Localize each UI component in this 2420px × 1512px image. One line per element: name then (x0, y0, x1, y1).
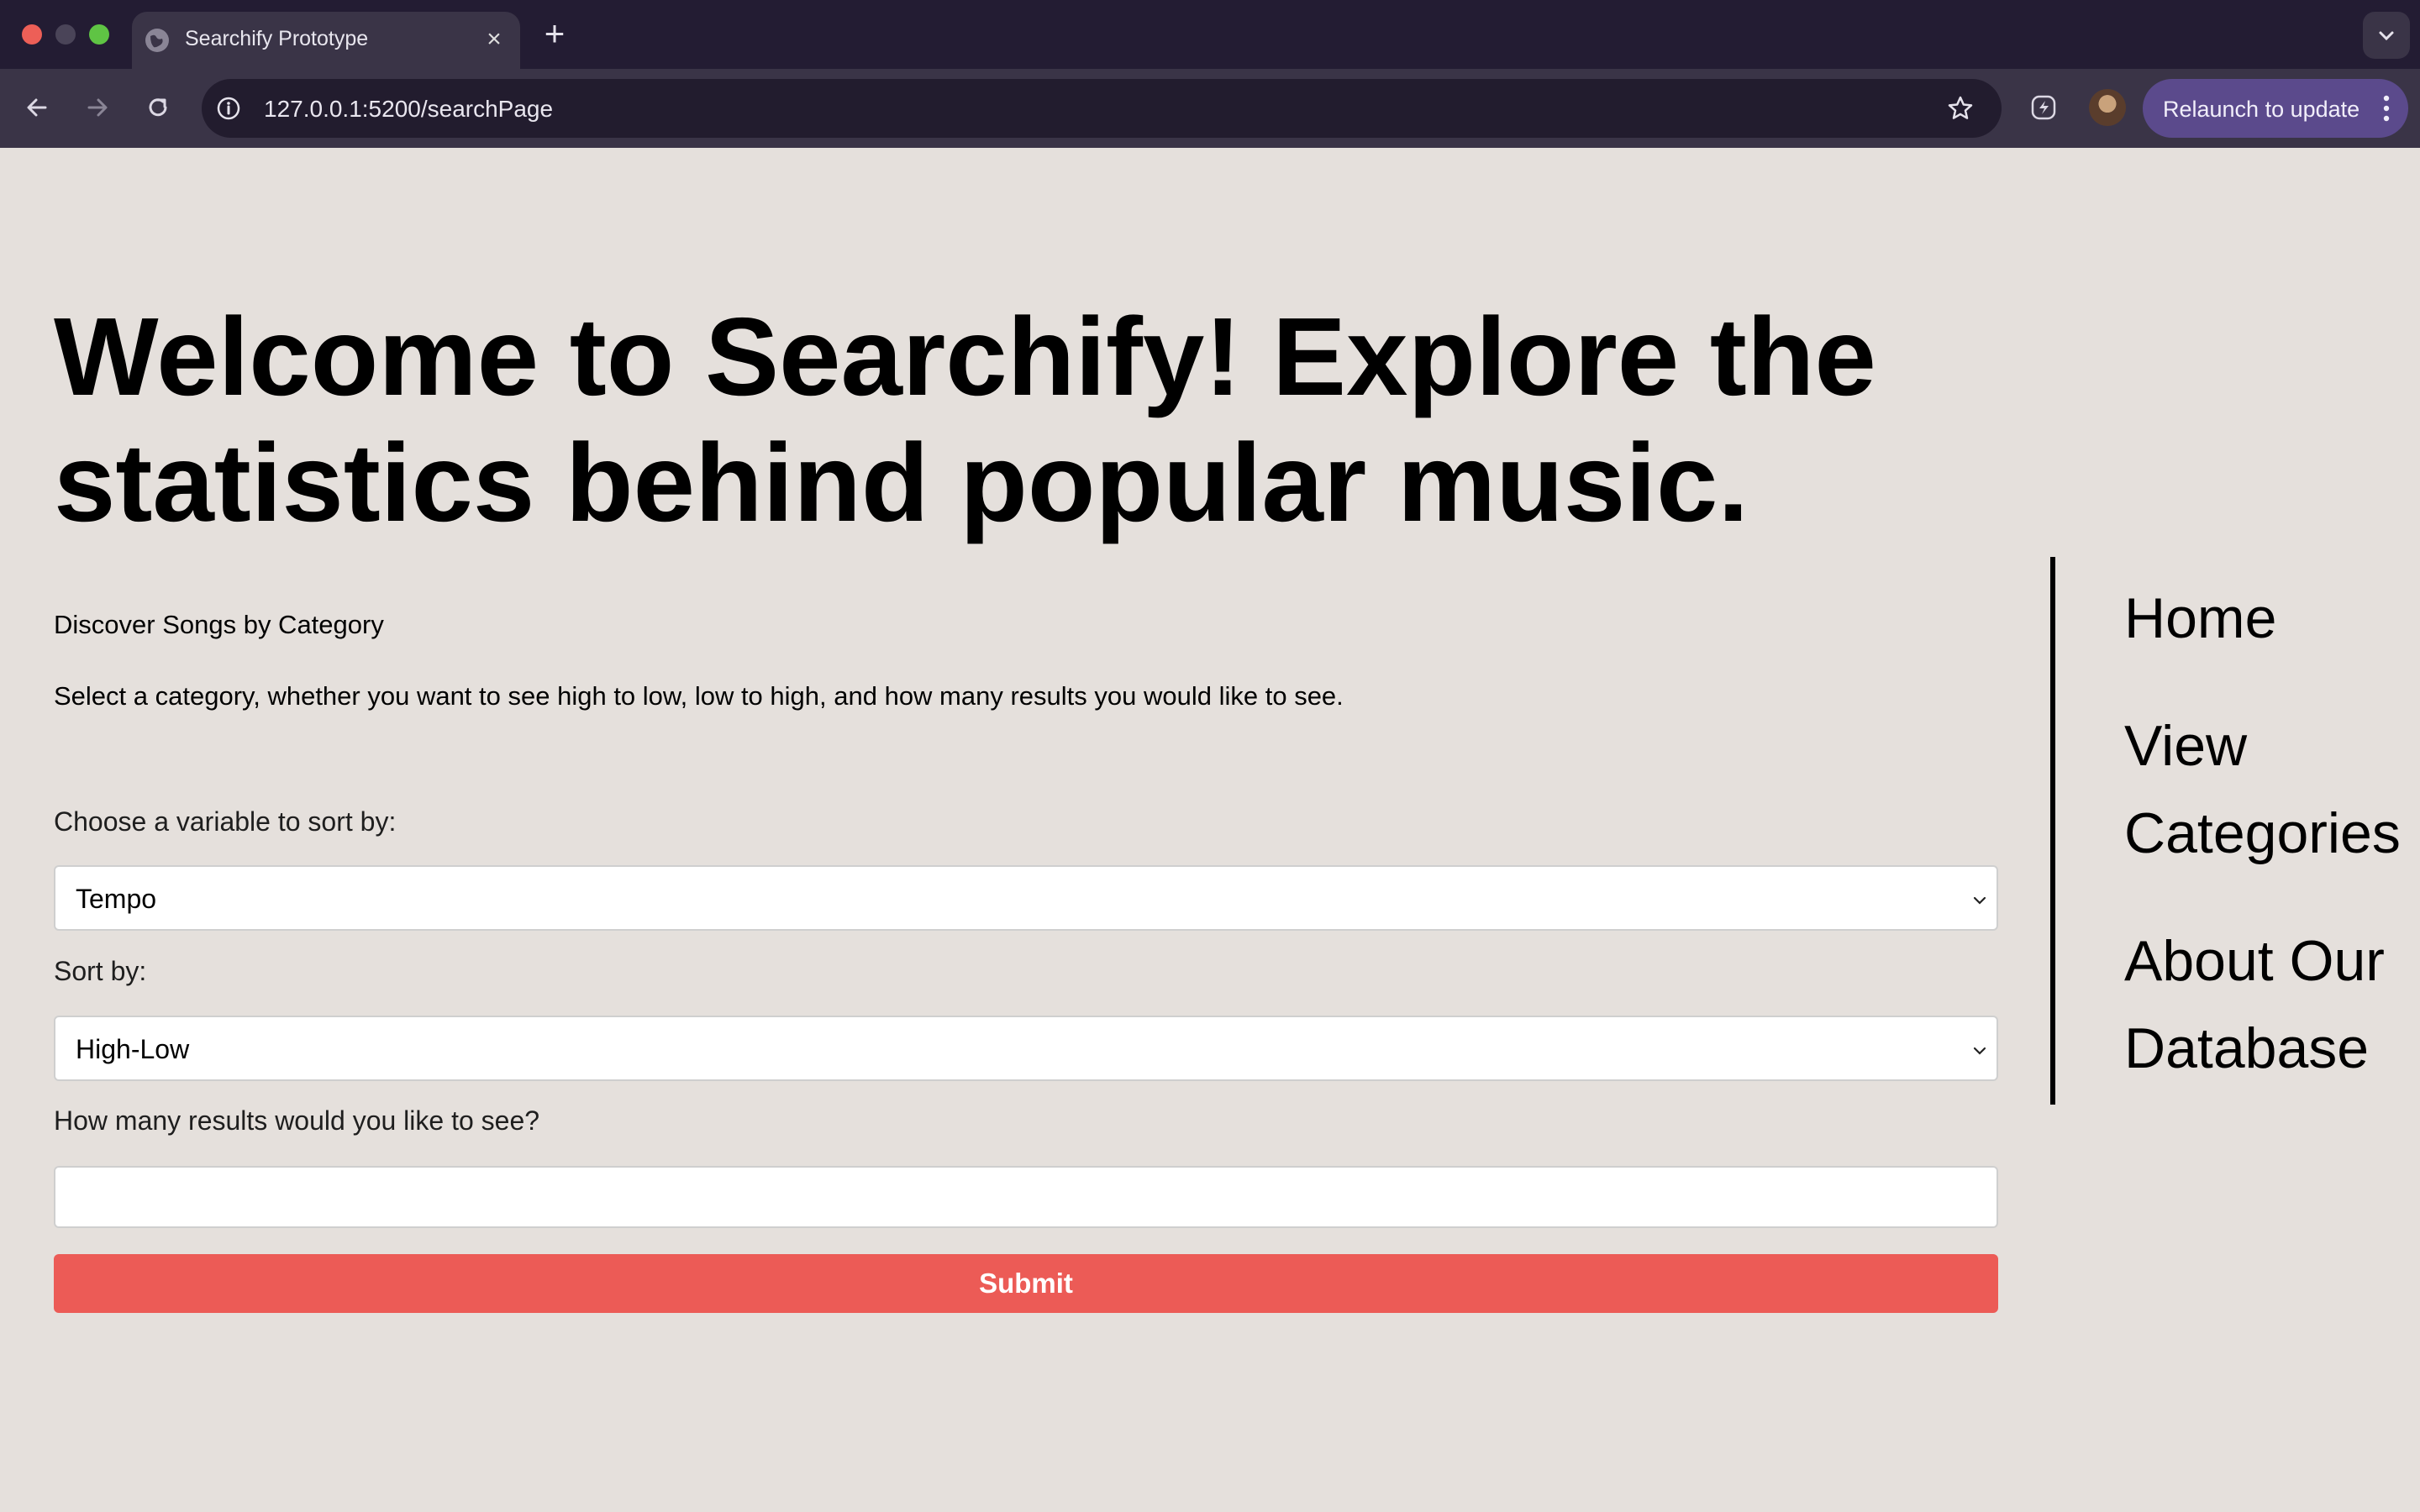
new-tab-icon[interactable]: + (541, 16, 568, 51)
chevron-down-icon (2379, 31, 2394, 41)
globe-icon (145, 29, 169, 52)
chevron-down-icon (1973, 1047, 1986, 1055)
extension-icon[interactable] (2027, 91, 2060, 124)
site-info-icon[interactable] (215, 95, 242, 122)
sidebar-divider (2050, 557, 2055, 1105)
profile-avatar[interactable] (2089, 89, 2126, 126)
submit-button[interactable]: Submit (54, 1254, 1998, 1313)
maximize-window-button[interactable] (89, 24, 109, 45)
sort-order-label: Sort by: (54, 956, 147, 986)
address-bar[interactable]: 127.0.0.1:5200/searchPage (202, 79, 2002, 138)
relaunch-button[interactable]: Relaunch to update (2143, 79, 2408, 138)
arrow-left-icon (27, 98, 47, 117)
sort-order-select-value: High-Low (76, 1034, 190, 1064)
reload-button[interactable] (141, 91, 175, 124)
close-window-button[interactable] (22, 24, 42, 45)
browser-tab[interactable]: Searchify Prototype × (132, 12, 520, 69)
tab-search-button[interactable] (2363, 12, 2410, 59)
minimize-window-button[interactable] (55, 24, 76, 45)
result-count-label: How many results would you like to see? (54, 1105, 540, 1136)
page-headline: Welcome to Searchify! Explore the statis… (54, 295, 1876, 544)
variable-select[interactable]: Tempo (54, 865, 1998, 931)
forward-button[interactable] (81, 91, 114, 124)
sidebar-item-about-database[interactable]: About Our Database (2124, 917, 2410, 1092)
url-text[interactable]: 127.0.0.1:5200/searchPage (264, 96, 553, 123)
reload-icon (149, 98, 167, 117)
variable-select-value: Tempo (76, 884, 157, 914)
sort-order-select[interactable]: High-Low (54, 1016, 1998, 1081)
result-count-input[interactable] (54, 1166, 1998, 1228)
bookmark-star-icon[interactable] (1946, 94, 1975, 123)
browser-toolbar: 127.0.0.1:5200/searchPage Relaunch to up… (0, 69, 2420, 148)
back-button[interactable] (20, 91, 54, 124)
instructions-text: Select a category, whether you want to s… (54, 681, 1344, 711)
page-content: Welcome to Searchify! Explore the statis… (0, 148, 2420, 1512)
variable-label: Choose a variable to sort by: (54, 806, 397, 837)
browser-tab-strip: Searchify Prototype × + (0, 0, 2420, 69)
close-tab-icon[interactable]: × (481, 27, 507, 52)
sidebar-item-view-categories[interactable]: View Categories (2124, 702, 2410, 877)
sidebar-item-home[interactable]: Home (2124, 575, 2410, 662)
section-title: Discover Songs by Category (54, 610, 384, 639)
more-vertical-icon[interactable] (2383, 93, 2390, 123)
chevron-down-icon (1973, 896, 1986, 905)
tab-title: Searchify Prototype (185, 27, 369, 50)
arrow-right-icon (87, 98, 108, 117)
relaunch-label: Relaunch to update (2163, 97, 2360, 122)
